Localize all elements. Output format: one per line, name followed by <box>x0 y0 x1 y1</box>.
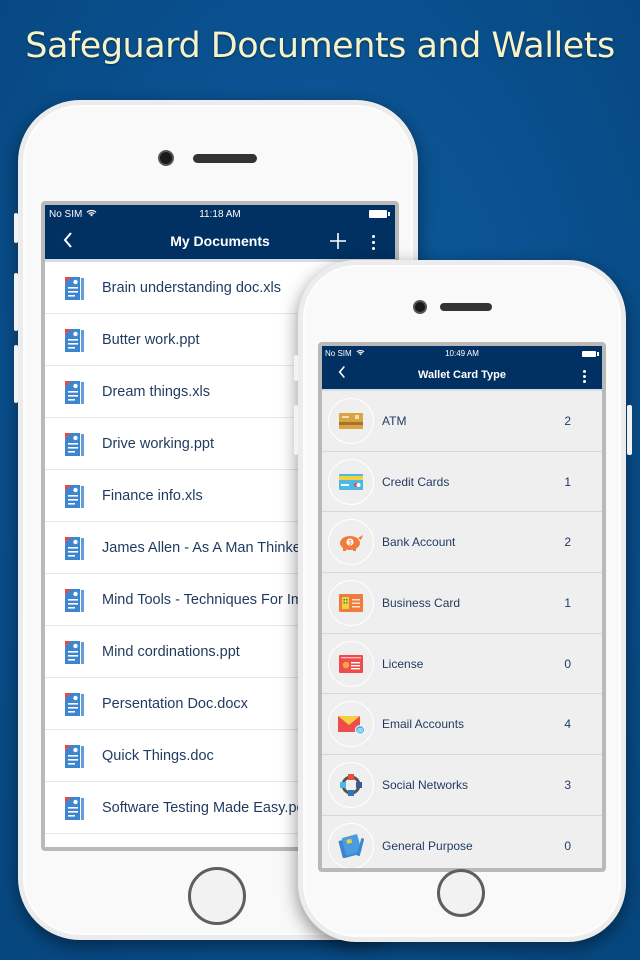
document-name: Finance info.xls <box>102 487 203 504</box>
wallet-card-type-item[interactable]: Credit Cards 1 <box>322 452 602 513</box>
wallet-card-type-item[interactable]: @ Email Accounts 4 <box>322 694 602 756</box>
status-time: 10:49 AM <box>445 349 479 358</box>
atm-card-icon <box>328 397 374 444</box>
document-name: James Allen - As A Man Thinke <box>102 539 301 556</box>
document-name: Software Testing Made Easy.pc <box>102 799 304 816</box>
wallet-screen: No SIM 10:49 AM Wallet Card Type ATM 2 Cre… <box>318 342 606 872</box>
credit-card-icon <box>328 458 374 505</box>
phone-side-button <box>627 405 632 455</box>
social-network-icon <box>328 761 374 808</box>
phone-side-button <box>14 213 18 243</box>
document-icon <box>62 482 88 510</box>
status-bar: No SIM 10:49 AM <box>322 346 602 361</box>
speaker-grille <box>193 154 257 163</box>
business-card-icon <box>328 579 374 626</box>
wallet-card-type-item[interactable]: Social Networks 3 <box>322 755 602 816</box>
card-type-count: 0 <box>564 838 571 853</box>
card-type-count: 0 <box>564 656 571 671</box>
wallet-card-type-list: ATM 2 Credit Cards 1 $ Bank Account 2 Business … <box>322 391 602 868</box>
wallet-card-type-item[interactable]: $ Bank Account 2 <box>322 512 602 574</box>
card-type-count: 2 <box>564 535 571 550</box>
license-icon <box>328 640 374 687</box>
svg-text:@: @ <box>357 729 363 735</box>
front-camera <box>158 150 174 166</box>
card-type-count: 1 <box>564 595 571 610</box>
email-icon: @ <box>328 701 374 748</box>
battery-icon <box>582 350 599 357</box>
card-type-count: 2 <box>564 413 571 428</box>
phone-side-button <box>294 355 298 381</box>
piggy-bank-icon: $ <box>328 519 374 566</box>
document-name: Quick Things.doc <box>102 747 214 764</box>
nav-bar: My Documents <box>45 223 395 262</box>
nav-bar: Wallet Card Type <box>322 361 602 391</box>
document-icon <box>62 274 88 302</box>
card-type-count: 3 <box>564 777 571 792</box>
phone-side-button <box>14 345 18 403</box>
status-time: 11:18 AM <box>199 208 241 220</box>
phone-frame-wallet: No SIM 10:49 AM Wallet Card Type ATM 2 Cre… <box>294 260 632 942</box>
status-bar: No SIM 11:18 AM <box>45 205 395 223</box>
front-camera <box>413 300 427 314</box>
document-name: Brain understanding doc.xls <box>102 279 281 296</box>
document-icon <box>62 638 88 666</box>
document-icon <box>62 326 88 354</box>
headline: Safeguard Documents and Wallets <box>25 26 615 66</box>
page-title: Wallet Card Type <box>417 369 507 381</box>
plus-icon <box>330 233 346 249</box>
document-name: Mind Tools - Techniques For Im <box>102 591 303 608</box>
document-icon <box>62 586 88 614</box>
document-icon <box>62 534 88 562</box>
card-type-count: 1 <box>564 474 571 489</box>
document-icon <box>62 430 88 458</box>
phone-side-button <box>14 273 18 331</box>
add-document-button[interactable] <box>329 226 347 254</box>
more-options-button[interactable] <box>372 235 375 250</box>
document-icon <box>62 378 88 406</box>
document-name: Persentation Doc.docx <box>102 695 248 712</box>
wallet-card-type-item[interactable]: Business Card 1 <box>322 573 602 634</box>
battery-icon <box>369 210 390 218</box>
document-name: Butter work.ppt <box>102 331 200 348</box>
speaker-grille <box>440 303 492 311</box>
general-purpose-cards-icon <box>328 822 374 868</box>
more-options-button[interactable] <box>583 370 586 383</box>
document-icon <box>62 794 88 822</box>
document-name: Mind cordinations.ppt <box>102 643 240 660</box>
phone-side-button <box>294 405 298 455</box>
document-name: Drive working.ppt <box>102 435 215 452</box>
wallet-card-type-item[interactable]: License 0 <box>322 634 602 695</box>
document-icon <box>62 690 88 718</box>
card-type-count: 4 <box>564 717 571 732</box>
home-button[interactable] <box>188 867 246 925</box>
wallet-card-type-item[interactable]: ATM 2 <box>322 391 602 452</box>
wallet-card-type-item[interactable]: General Purpose 0 <box>322 816 602 868</box>
home-button[interactable] <box>437 869 485 917</box>
document-name: Dream things.xls <box>102 383 210 400</box>
document-icon <box>62 742 88 770</box>
